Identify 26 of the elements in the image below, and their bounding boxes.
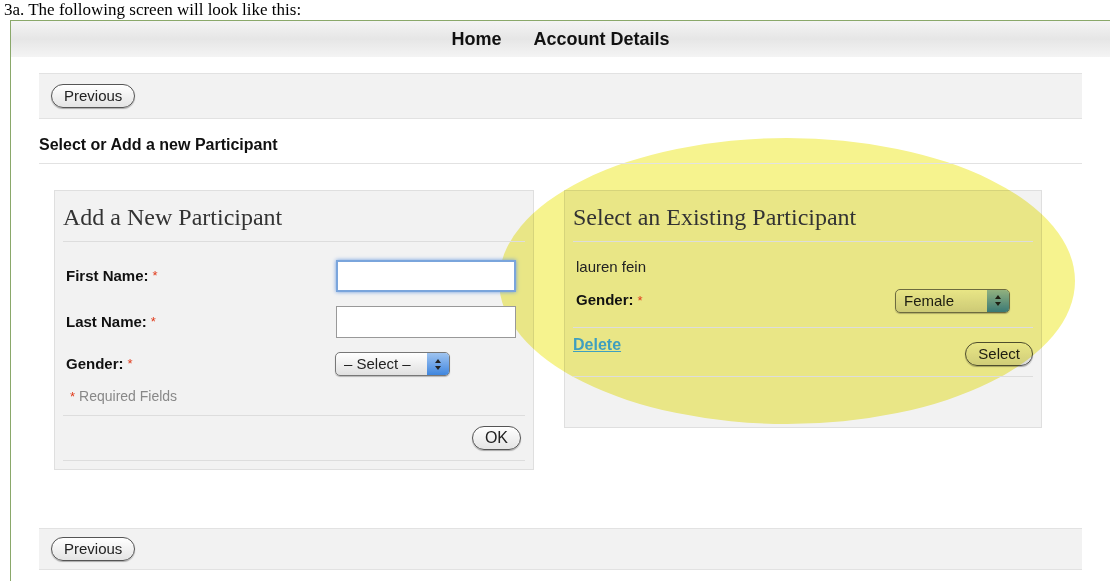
text-field[interactable] xyxy=(336,260,516,292)
previous-button[interactable]: Previous xyxy=(51,84,136,108)
field-label: Last Name: xyxy=(66,311,147,332)
required-asterisk: * xyxy=(152,267,158,286)
card-title: Add a New Participant xyxy=(63,199,525,242)
required-note: Required Fields xyxy=(79,387,178,406)
stepper-icon xyxy=(434,357,442,371)
card-title: Select an Existing Participant xyxy=(573,199,1033,242)
nav-link[interactable]: Home xyxy=(451,25,502,53)
dropdown-select[interactable]: Female xyxy=(895,288,1010,313)
field-label: Gender: xyxy=(576,290,634,311)
dropdown-select[interactable]: – Select – xyxy=(335,352,450,376)
nav-link[interactable]: Account Details xyxy=(533,25,670,53)
participant-name: lauren fein xyxy=(575,257,648,277)
ok-button[interactable]: OK xyxy=(471,426,521,450)
stepper-icon xyxy=(994,294,1002,307)
previous-button[interactable]: Previous xyxy=(51,537,136,561)
required-asterisk: * xyxy=(70,387,76,406)
required-asterisk: * xyxy=(637,291,643,310)
required-asterisk: * xyxy=(127,355,133,374)
text-field[interactable] xyxy=(336,306,516,338)
field-label: First Name: xyxy=(66,265,149,286)
field-label: Gender: xyxy=(66,353,124,374)
required-asterisk: * xyxy=(150,313,156,332)
document-caption: 3a. The following screen will look like this: xyxy=(3,0,303,20)
section-title: Select or Add a new Participant xyxy=(39,133,1082,164)
